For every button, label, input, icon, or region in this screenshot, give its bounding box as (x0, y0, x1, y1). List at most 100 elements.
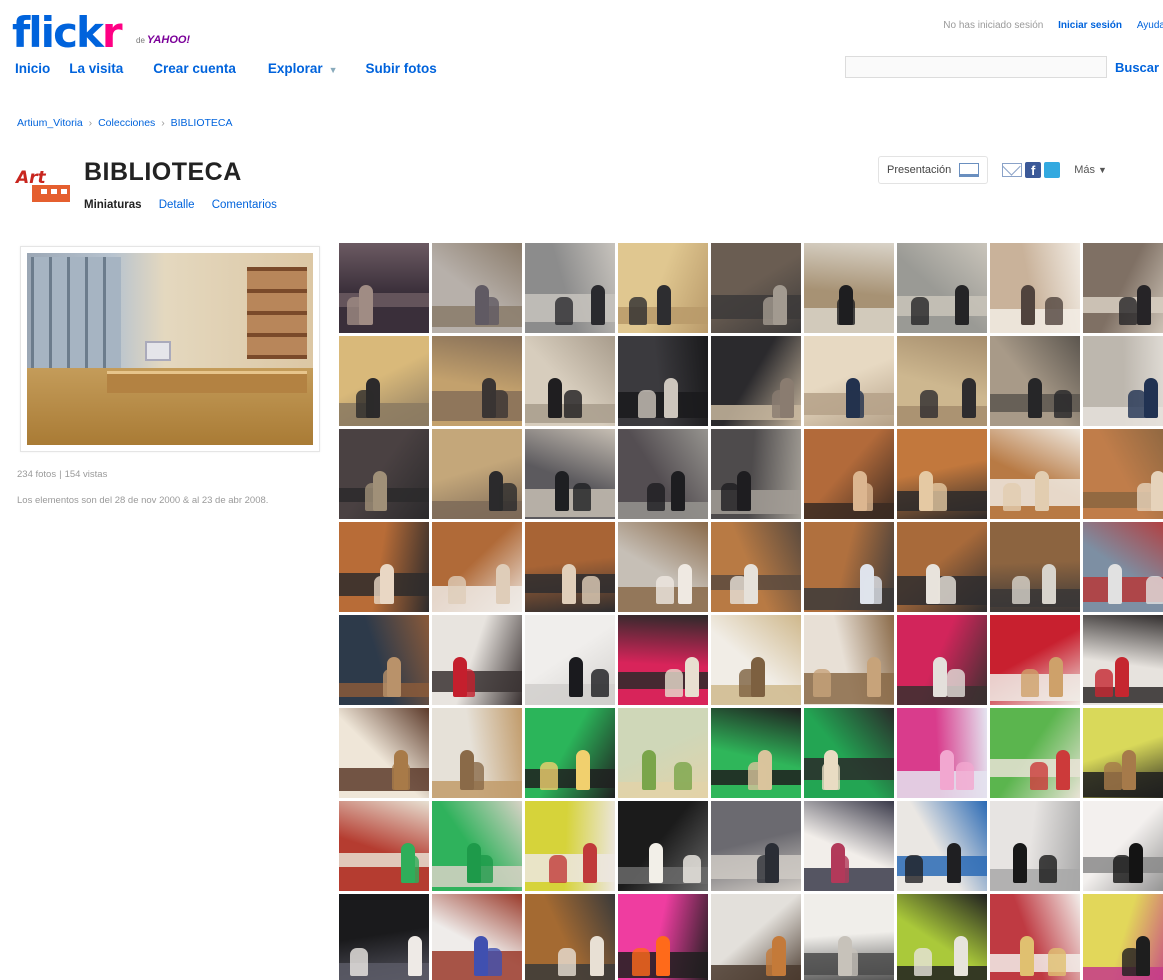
photo-thumbnail[interactable] (432, 801, 522, 891)
photo-thumbnail[interactable] (711, 243, 801, 333)
photo-thumbnail[interactable] (804, 522, 894, 612)
photo-thumbnail[interactable] (1083, 336, 1163, 426)
photo-thumbnail[interactable] (339, 429, 429, 519)
photo-thumbnail[interactable] (525, 522, 615, 612)
photo-thumbnail[interactable] (618, 615, 708, 705)
photo-thumbnail[interactable] (897, 615, 987, 705)
photo-thumbnail[interactable] (525, 336, 615, 426)
photo-thumbnail[interactable] (618, 801, 708, 891)
photo-thumbnail[interactable] (711, 894, 801, 980)
photo-thumbnail[interactable] (804, 615, 894, 705)
photo-thumbnail[interactable] (1083, 615, 1163, 705)
nav-subir-fotos[interactable]: Subir fotos (366, 61, 437, 76)
photo-thumbnail[interactable] (339, 801, 429, 891)
photo-thumbnail[interactable] (525, 801, 615, 891)
photo-thumbnail[interactable] (897, 336, 987, 426)
photo-thumbnail[interactable] (804, 243, 894, 333)
photo-thumbnail[interactable] (432, 615, 522, 705)
view-count: 154 vistas (64, 469, 108, 480)
tab-detalle[interactable]: Detalle (159, 199, 195, 211)
photo-thumbnail[interactable] (897, 708, 987, 798)
photo-thumbnail[interactable] (711, 801, 801, 891)
photo-thumbnail[interactable] (432, 522, 522, 612)
nav-inicio[interactable]: Inicio (15, 61, 50, 76)
breadcrumb-separator: › (88, 117, 93, 129)
photo-thumbnail[interactable] (897, 522, 987, 612)
photo-thumbnail[interactable] (525, 894, 615, 980)
photo-thumbnail[interactable] (618, 429, 708, 519)
tab-miniaturas[interactable]: Miniaturas (84, 199, 142, 211)
photo-thumbnail[interactable] (897, 243, 987, 333)
nav-crear-cuenta[interactable]: Crear cuenta (153, 61, 236, 76)
photo-thumbnail[interactable] (804, 708, 894, 798)
photo-thumbnail[interactable] (711, 429, 801, 519)
photo-thumbnail[interactable] (804, 429, 894, 519)
photo-thumbnail[interactable] (618, 894, 708, 980)
photo-thumbnail[interactable] (990, 894, 1080, 980)
photo-thumbnail[interactable] (525, 429, 615, 519)
photo-thumbnail[interactable] (432, 429, 522, 519)
photo-thumbnail[interactable] (711, 708, 801, 798)
slideshow-button[interactable]: Presentación (878, 156, 989, 184)
nav-la-visita[interactable]: La visita (69, 61, 123, 76)
breadcrumb-user[interactable]: Artium_Vitoria (17, 117, 83, 129)
twitter-icon[interactable] (1044, 162, 1061, 178)
help-link[interactable]: Ayuda (1137, 20, 1163, 31)
tab-comentarios[interactable]: Comentarios (212, 199, 277, 211)
photo-thumbnail[interactable] (804, 336, 894, 426)
search-input[interactable] (845, 56, 1107, 78)
search-button[interactable]: Buscar (1115, 60, 1159, 75)
collection-stats: 234 fotos | 154 vistas (17, 469, 108, 480)
photo-thumbnail[interactable] (990, 243, 1080, 333)
photo-thumbnail[interactable] (1083, 429, 1163, 519)
breadcrumb-separator: › (161, 117, 165, 129)
photo-thumbnail[interactable] (339, 243, 429, 333)
photo-thumbnail[interactable] (339, 708, 429, 798)
photo-thumbnail[interactable] (990, 615, 1080, 705)
photo-thumbnail[interactable] (711, 615, 801, 705)
photo-thumbnail[interactable] (897, 894, 987, 980)
photo-thumbnail[interactable] (1083, 243, 1163, 333)
photo-thumbnail[interactable] (804, 894, 894, 980)
flickr-logo[interactable]: flickr de YAHOO! (12, 10, 190, 58)
facebook-icon[interactable]: f (1025, 162, 1042, 178)
photo-thumbnail[interactable] (339, 522, 429, 612)
photo-thumbnail[interactable] (618, 522, 708, 612)
photo-thumbnail[interactable] (990, 801, 1080, 891)
photo-thumbnail[interactable] (1083, 894, 1163, 980)
breadcrumb-current[interactable]: BIBLIOTECA (171, 117, 233, 129)
login-link[interactable]: Iniciar sesión (1058, 20, 1122, 31)
photo-thumbnail[interactable] (990, 429, 1080, 519)
photo-thumbnail[interactable] (990, 336, 1080, 426)
photo-thumbnail[interactable] (711, 336, 801, 426)
breadcrumb-collections[interactable]: Colecciones (98, 117, 155, 129)
photo-thumbnail[interactable] (339, 615, 429, 705)
photo-thumbnail[interactable] (618, 243, 708, 333)
photo-thumbnail[interactable] (618, 336, 708, 426)
photo-thumbnail[interactable] (897, 429, 987, 519)
photo-thumbnail[interactable] (1083, 522, 1163, 612)
photo-thumbnail[interactable] (804, 801, 894, 891)
photo-thumbnail[interactable] (990, 708, 1080, 798)
nav-explorar[interactable]: Explorar ▼ (268, 61, 338, 76)
mail-icon[interactable] (1002, 163, 1023, 177)
photo-thumbnail[interactable] (1083, 708, 1163, 798)
photo-thumbnail[interactable] (525, 243, 615, 333)
photo-thumbnail[interactable] (711, 522, 801, 612)
collection-cover[interactable] (20, 246, 320, 452)
photo-thumbnail[interactable] (432, 336, 522, 426)
photo-thumbnail[interactable] (339, 336, 429, 426)
more-menu[interactable]: Más ▼ (1074, 164, 1107, 176)
photo-thumbnail[interactable] (525, 708, 615, 798)
photo-thumbnail[interactable] (618, 708, 708, 798)
main-nav: Inicio La visita Crear cuenta Explorar ▼ … (15, 61, 437, 76)
photo-thumbnail[interactable] (339, 894, 429, 980)
photo-thumbnail[interactable] (897, 801, 987, 891)
photo-thumbnail[interactable] (525, 615, 615, 705)
photo-thumbnail[interactable] (432, 894, 522, 980)
photo-thumbnail[interactable] (1083, 801, 1163, 891)
yahoo-badge-name: YAHOO! (146, 34, 191, 46)
photo-thumbnail[interactable] (990, 522, 1080, 612)
photo-thumbnail[interactable] (432, 243, 522, 333)
photo-thumbnail[interactable] (432, 708, 522, 798)
